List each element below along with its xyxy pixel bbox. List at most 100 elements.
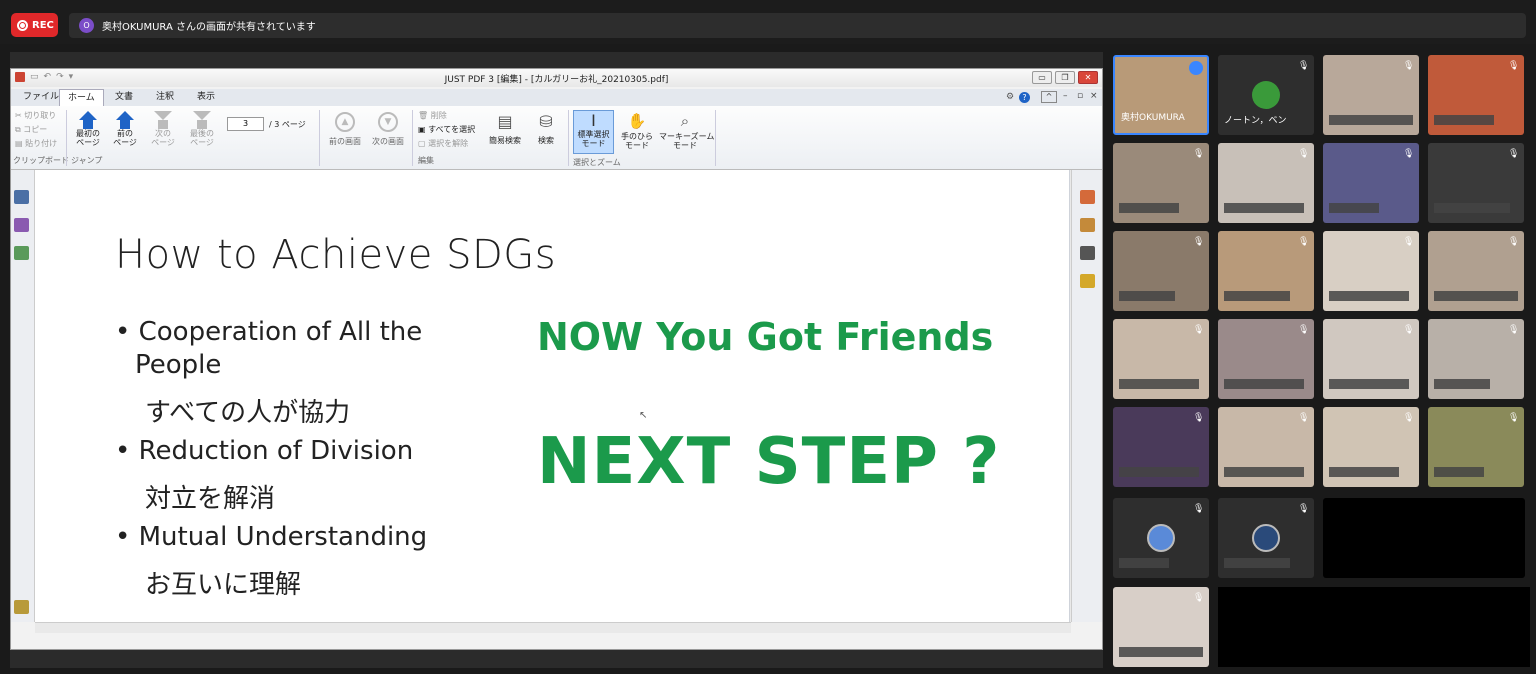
attachments-icon[interactable] [14, 600, 29, 614]
hand-mode-button[interactable]: ✋ 手のひら モード [617, 112, 657, 150]
ribbon-home: ✂ 切り取り ⧉ コピー ▤ 貼り付け クリップボード 最初の ページ 前の ペ… [11, 106, 1102, 170]
tab-document[interactable]: 文書 [107, 89, 141, 106]
prev-page-button[interactable]: 前の ページ [110, 111, 140, 147]
next-page-button[interactable]: 次の ページ [148, 111, 178, 147]
muted-mic-icon: 🎙 [1508, 413, 1520, 423]
horizontal-scrollbar[interactable] [35, 622, 1071, 633]
ribbon-separator [568, 110, 569, 166]
participant-tile[interactable]: 🎙 [1113, 498, 1209, 578]
participant-name-redacted [1329, 203, 1379, 213]
participant-name-redacted [1119, 558, 1169, 568]
thumbnails-icon[interactable] [14, 190, 29, 204]
participant-tile[interactable]: 🎙 [1113, 231, 1209, 311]
bookmarks-icon[interactable] [14, 218, 29, 232]
participant-tile[interactable]: 🎙 [1218, 319, 1314, 399]
participant-tile[interactable]: 🎙 [1218, 498, 1314, 578]
maximize-button[interactable]: ❐ [1055, 71, 1075, 84]
marquee-zoom-mode-button[interactable]: ⌕ マーキーズーム モード [659, 112, 714, 150]
find-icon[interactable] [1080, 246, 1095, 260]
comment-icon[interactable] [1080, 274, 1095, 288]
tab-view[interactable]: 表示 [189, 89, 223, 106]
copy-button[interactable]: ⧉ コピー [15, 124, 47, 135]
participant-tile[interactable]: 🎙 [1218, 231, 1314, 311]
stamp-icon[interactable] [1080, 218, 1095, 232]
participant-tile[interactable]: 🎙 [1323, 143, 1419, 223]
doc-minimize-icon[interactable]: – [1063, 91, 1068, 101]
last-page-button[interactable]: 最後の ページ [187, 111, 217, 147]
help-icon[interactable]: ? [1019, 92, 1030, 103]
participant-tile-active[interactable]: 奥村OKUMURA [1113, 55, 1209, 135]
muted-mic-icon: 🎙 [1298, 413, 1310, 423]
document-area: How to Achieve SDGs • Cooperation of All… [35, 170, 1081, 622]
participant-tile[interactable]: 🎙 ノートン，ベン [1218, 55, 1314, 135]
muted-mic-icon: 🎙 [1403, 237, 1415, 247]
delete-button[interactable]: 🗑 削除 [418, 110, 447, 121]
zoom-icon: ⌕ [680, 112, 690, 130]
participant-name-redacted [1434, 115, 1494, 125]
participant-tile[interactable]: 🎙 [1218, 407, 1314, 487]
minimize-button[interactable]: ▭ [1032, 71, 1052, 84]
sign-icon[interactable] [1080, 190, 1095, 204]
participant-tile[interactable]: 🎙 [1428, 143, 1524, 223]
page-total: / 3 ページ [269, 120, 306, 129]
select-zoom-group-label: 選択とズーム [573, 158, 621, 167]
muted-mic-icon: 🎙 [1193, 325, 1205, 335]
tab-home[interactable]: ホーム [59, 89, 104, 106]
participant-name-redacted [1329, 467, 1399, 477]
participant-tile[interactable]: 🎙 [1428, 231, 1524, 311]
standard-select-mode-button[interactable]: I 標準選択 モード [573, 110, 614, 154]
select-all-button[interactable]: ▣ すべてを選択 [418, 124, 475, 135]
participant-name-redacted [1224, 203, 1304, 213]
recording-indicator[interactable]: REC [11, 13, 58, 37]
close-button[interactable]: ✕ [1078, 71, 1098, 84]
muted-mic-icon: 🎙 [1403, 325, 1415, 335]
right-tool-panel [1071, 170, 1102, 622]
slide-title: How to Achieve SDGs [115, 232, 557, 278]
participant-name-redacted [1434, 379, 1490, 389]
tab-annotation[interactable]: 注釈 [148, 89, 182, 106]
bullet-mutual-jp: お互いに理解 [145, 570, 302, 600]
ribbon-separator [412, 110, 413, 166]
participant-tile[interactable]: 🎙 [1428, 407, 1524, 487]
prev-view-button[interactable]: ▲ 前の画面 [325, 112, 365, 146]
participant-tile[interactable]: 🎙 [1323, 319, 1419, 399]
quick-search-button[interactable]: ▤ 簡易検索 [485, 112, 525, 145]
participant-tile[interactable]: 🎙 [1113, 143, 1209, 223]
cut-button[interactable]: ✂ 切り取り [15, 110, 56, 121]
bullet-reduction-jp: 対立を解消 [145, 484, 276, 514]
muted-mic-icon: 🎙 [1193, 413, 1205, 423]
collapse-ribbon-icon[interactable]: ^ [1041, 91, 1057, 103]
participant-tile[interactable]: 🎙 [1428, 55, 1524, 135]
muted-mic-icon: 🎙 [1298, 237, 1310, 247]
muted-mic-icon: 🎙 [1508, 237, 1520, 247]
participant-tile[interactable]: 🎙 [1113, 407, 1209, 487]
muted-mic-icon: 🎙 [1508, 325, 1520, 335]
participant-tile[interactable]: 🎙 [1323, 407, 1419, 487]
deselect-button[interactable]: ▢ 選択を解除 [418, 138, 468, 149]
participant-tile[interactable]: 🎙 [1323, 231, 1419, 311]
participant-tile[interactable]: 🎙 [1113, 319, 1209, 399]
doc-close-icon[interactable]: × [1090, 91, 1098, 101]
window-title: JUST PDF 3 [編集] - [カルガリーお礼_20210305.pdf] [444, 75, 669, 85]
search-button[interactable]: ⛁ 検索 [529, 112, 563, 145]
participant-tile[interactable]: 🎙 [1323, 55, 1419, 135]
muted-mic-icon: 🎙 [1403, 149, 1415, 159]
paste-button[interactable]: ▤ 貼り付け [15, 138, 57, 149]
layers-icon[interactable] [14, 246, 29, 260]
participant-tile[interactable]: 🎙 [1218, 143, 1314, 223]
participant-tile[interactable]: 🎙 [1428, 319, 1524, 399]
left-tool-panel [11, 170, 35, 622]
participant-tile[interactable]: 🎙 [1113, 587, 1209, 667]
page-number-input[interactable]: 3 [227, 117, 264, 131]
jump-group-label: ジャンプ [71, 156, 103, 165]
first-page-button[interactable]: 最初の ページ [73, 111, 103, 147]
avatar [1147, 524, 1175, 552]
bullet-reduction: • Reduction of Division [115, 436, 414, 466]
next-view-button[interactable]: ▼ 次の画面 [368, 112, 408, 146]
muted-mic-icon: 🎙 [1193, 504, 1205, 514]
quick-search-icon: ▤ [497, 112, 513, 131]
last-page-icon [193, 111, 211, 120]
screen-share-banner[interactable]: O 奥村OKUMURA さんの画面が共有されています [69, 13, 1526, 38]
doc-restore-icon[interactable]: ▫ [1077, 91, 1083, 101]
settings-icon[interactable]: ⚙ [1006, 92, 1014, 102]
